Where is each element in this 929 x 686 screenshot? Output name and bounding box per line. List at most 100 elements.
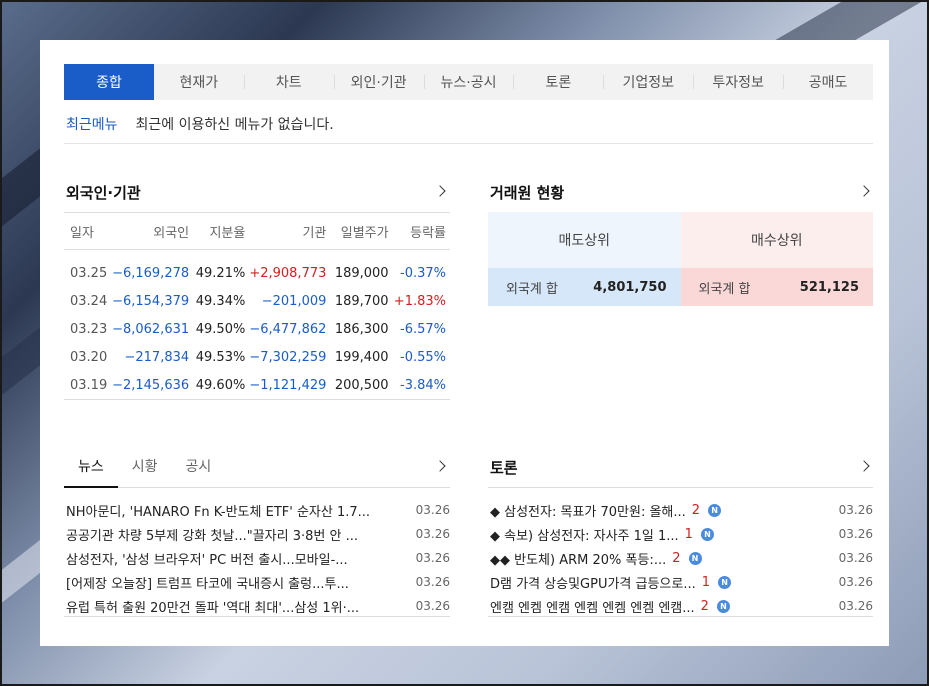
new-badge-icon: N [700,527,714,541]
tab-short-selling[interactable]: 공매도 [783,64,873,100]
ratio-cell: 49.34% [195,294,246,309]
tab-news-disclosure[interactable]: 뉴스·공시 [423,64,514,100]
institution-cell: −6,477,862 [249,322,327,337]
date-cell: 03.19 [64,371,113,400]
table-row: 03.19 −2,145,636 49.60% −1,121,429 200,5… [64,371,450,400]
broker-header-row: 매도상위 매수상위 [488,212,873,268]
table-row: 03.23 −8,062,631 49.50% −6,477,862 186,3… [64,316,450,344]
news-date: 03.26 [415,527,450,541]
list-item[interactable]: D램 가격 상승및GPU가격 급등으로... 1 N 03.26 [490,570,873,594]
divider [64,143,873,144]
list-item[interactable]: 공공기관 차량 5부제 강화 첫날..."끌자리 3·8번 안 ... 03.2… [66,522,450,546]
table-row: 03.24 −6,154,379 49.34% −201,009 189,700… [64,288,450,316]
news-title[interactable]: [어제장 오늘장] 트럼프 타코에 국내증시 출렁...투... [66,573,410,592]
foreign-cell: −6,154,379 [112,294,190,309]
broker-total-row: 외국계 합 4,801,750 외국계 합 521,125 [488,268,873,306]
debate-section-title: 토론 [490,459,518,477]
news-title[interactable]: 공공기관 차량 5부제 강화 첫날..."끌자리 3·8번 안 ... [66,525,410,544]
table-row: 03.20 −217,834 49.53% −7,302,259 199,400… [64,344,450,372]
new-badge-icon: N [708,503,722,517]
tab-foreign-institution[interactable]: 외인·기관 [333,64,424,100]
ratio-cell: 49.60% [193,371,250,400]
foreign-cell: −2,145,636 [112,371,194,400]
news-date: 03.26 [415,551,450,565]
list-item[interactable]: NH아문디, 'HANARO Fn K-반도체 ETF' 순자산 1.7... … [66,498,450,522]
tab-investment-info[interactable]: 투자정보 [693,64,783,100]
price-cell: 189,000 [334,266,389,281]
chevron-right-icon[interactable] [858,460,870,472]
change-rate-cell: -3.84% [392,371,450,400]
debate-title[interactable]: D램 가격 상승및GPU가격 급등으로... [490,573,696,592]
change-rate-cell: +1.83% [393,294,446,309]
comment-count: 2 [672,550,681,566]
date-cell: 03.24 [70,294,108,309]
debate-date: 03.26 [838,527,873,541]
news-tabs: 뉴스 시황 공시 [64,456,450,488]
tab-summary[interactable]: 종합 [64,64,154,100]
sell-total-label: 외국계 합 [506,281,558,297]
price-cell: 189,700 [334,294,389,309]
date-cell: 03.20 [70,350,108,365]
change-rate-cell: -6.57% [400,322,446,337]
ratio-cell: 49.21% [195,266,246,281]
column-header: 외국인 [112,212,194,250]
tab-news[interactable]: 뉴스 [64,456,118,488]
broker-section-title: 거래원 현황 [490,184,565,202]
news-list: NH아문디, 'HANARO Fn K-반도체 ETF' 순자산 1.7... … [66,498,450,618]
table-row: 03.25 −6,169,278 49.21% +2,908,773 189,0… [64,260,450,288]
debate-date: 03.26 [838,503,873,517]
divider [488,616,873,617]
institution-cell: −1,121,429 [249,371,331,400]
tab-chart[interactable]: 차트 [243,64,334,100]
news-title[interactable]: NH아문디, 'HANARO Fn K-반도체 ETF' 순자산 1.7... [66,501,410,520]
tab-market[interactable]: 시황 [118,456,172,488]
foreign-section-title: 외국인·기관 [66,184,141,202]
column-header: 기관 [249,212,331,250]
spacer [64,250,450,260]
column-header: 지분율 [193,212,250,250]
institution-cell: −7,302,259 [249,350,327,365]
date-cell: 03.23 [70,322,108,337]
top-buy-header: 매수상위 [680,212,873,268]
news-date: 03.26 [415,575,450,589]
list-item[interactable]: ◆◆ 반도체) ARM 20% 폭등:... 2 N 03.26 [490,546,873,570]
news-date: 03.26 [415,599,450,613]
change-rate-cell: -0.37% [400,266,446,281]
sell-total-value: 4,801,750 [593,279,667,295]
stock-summary-panel: 종합 현재가 차트 외인·기관 뉴스·공시 토론 기업정보 투자정보 공매도 최… [40,40,889,646]
foreign-institution-table: 일자 외국인 지분율 기관 일별주가 등락률 03.25 −6,169,278 … [64,212,450,400]
debate-title[interactable]: ◆ 속보) 삼성전자: 자사주 1일 1... [490,525,679,544]
tab-company-info[interactable]: 기업정보 [603,64,693,100]
new-badge-icon: N [718,575,732,589]
comment-count: 1 [684,526,693,542]
change-rate-cell: -0.55% [400,350,446,365]
list-item[interactable]: ◆ 속보) 삼성전자: 자사주 1일 1... 1 N 03.26 [490,522,873,546]
recent-menu: 최근메뉴 최근에 이용하신 메뉴가 없습니다. [66,114,334,134]
chevron-right-icon[interactable] [434,185,446,197]
list-item[interactable]: 엔캠 엔켐 엔캠 엔켐 엔켐 엔켐 엔캠... 2 N 03.26 [490,594,873,618]
tab-disclosure[interactable]: 공시 [172,456,226,488]
buy-total-cell: 외국계 합 521,125 [680,268,873,306]
table-header-row: 일자 외국인 지분율 기관 일별주가 등락률 [64,212,450,250]
tab-current-price[interactable]: 현재가 [154,64,244,100]
price-cell: 186,300 [334,322,389,337]
debate-date: 03.26 [838,575,873,589]
ratio-cell: 49.53% [195,350,246,365]
comment-count: 2 [691,502,701,518]
list-item[interactable]: 삼성전자, '삼성 브라우저' PC 버전 출시...모바일-... 03.26 [66,546,450,570]
list-item[interactable]: ◆ 삼성전자: 목표가 70만원: 올해... 2 N 03.26 [490,498,873,522]
news-title[interactable]: 유럽 특허 출원 20만건 돌파 '역대 최대'...삼성 1위·... [66,597,410,616]
list-item[interactable]: [어제장 오늘장] 트럼프 타코에 국내증시 출렁...투... 03.26 [66,570,450,594]
column-header: 일자 [64,212,113,250]
debate-title[interactable]: 엔캠 엔켐 엔캠 엔켐 엔켐 엔켐 엔캠... [490,597,695,616]
debate-list: ◆ 삼성전자: 목표가 70만원: 올해... 2 N 03.26 ◆ 속보) … [490,498,873,618]
news-title[interactable]: 삼성전자, '삼성 브라우저' PC 버전 출시...모바일-... [66,549,410,568]
buy-total-value: 521,125 [799,279,859,295]
chevron-right-icon[interactable] [858,185,870,197]
list-item[interactable]: 유럽 특허 출원 20만건 돌파 '역대 최대'...삼성 1위·... 03.… [66,594,450,618]
debate-title[interactable]: ◆ 삼성전자: 목표가 70만원: 올해... [490,501,686,520]
debate-title[interactable]: ◆◆ 반도체) ARM 20% 폭등:... [490,549,666,568]
recent-menu-message: 최근에 이용하신 메뉴가 없습니다. [135,117,334,133]
tab-debate[interactable]: 토론 [513,64,603,100]
divider [488,487,873,488]
